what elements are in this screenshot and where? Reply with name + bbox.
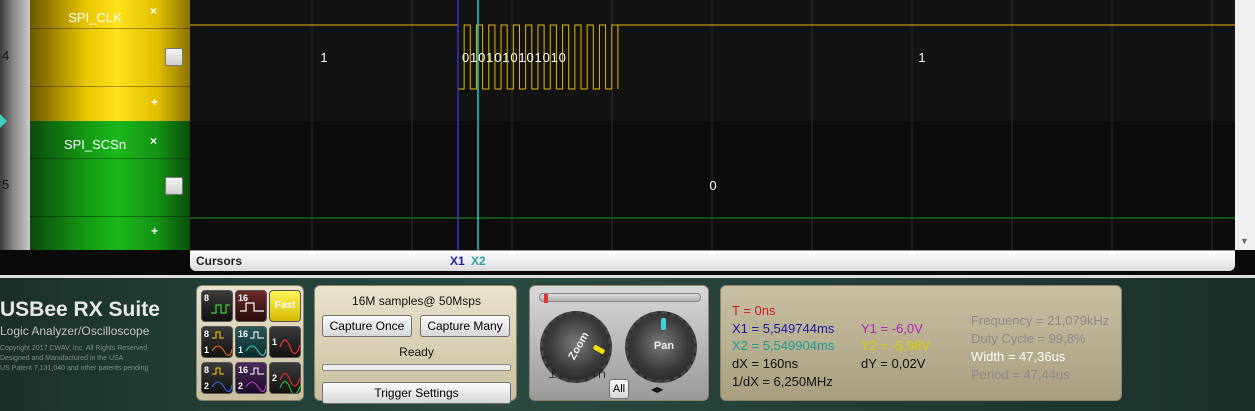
mode-16-2-button[interactable]: 16 2 <box>235 362 267 394</box>
cursors-label: Cursors <box>196 254 243 268</box>
clk-bit-label: 1 <box>535 50 542 65</box>
channel-panel-spi-clk[interactable]: SPI_CLK × + <box>30 0 190 121</box>
clk-bit-label: 0 <box>559 50 566 65</box>
pan-indicator-icon <box>661 318 666 330</box>
mode-1-scope-button[interactable]: 1 <box>269 326 301 358</box>
readout-y2: Y2 = -5,98V <box>861 338 931 353</box>
zoom-indicator-icon <box>592 344 606 355</box>
divider <box>30 86 190 87</box>
close-icon[interactable]: × <box>150 4 157 18</box>
readout-frequency: Frequency = 21,079kHz <box>971 313 1110 328</box>
readout-period: Period = 47,44us <box>971 367 1070 382</box>
clk-bit-label: 1 <box>518 50 525 65</box>
measurement-readout: T = 0ns X1 = 5,549744ms X2 = 5,549904ms … <box>720 285 1122 401</box>
brand: USBee RX Suite Logic Analyzer/Oscillosco… <box>0 298 190 374</box>
channel-panel-spi-scsn[interactable]: SPI_SCSn × + <box>30 121 190 250</box>
mode-16-channel-button[interactable]: 16 <box>235 290 267 322</box>
readout-dx: dX = 160ns <box>732 356 799 371</box>
add-icon[interactable]: + <box>151 95 158 109</box>
readout-inv-dx: 1/dX = 6,250MHz <box>732 374 833 389</box>
clk-bit-label: 1 <box>502 50 509 65</box>
mode-selector: 8 16 Fast 8 1 16 1 1 8 2 16 2 2 <box>196 285 304 401</box>
waveform-svg: 0101010101010 1 1 0 <box>190 0 1235 250</box>
position-slider[interactable] <box>539 293 701 302</box>
mode-8-channel-button[interactable]: 8 <box>201 290 233 322</box>
zoom-max-icon: ⊓ <box>598 370 606 381</box>
mode-16-1-button[interactable]: 16 1 <box>235 326 267 358</box>
mode-fast-button[interactable]: Fast <box>269 290 301 322</box>
readout-time: T = 0ns <box>732 303 776 318</box>
clk-bit-label: 0 <box>543 50 550 65</box>
divider <box>30 158 190 159</box>
readout-duty-cycle: Duty Cycle = 99,8% <box>971 331 1086 346</box>
capture-progress-bar <box>322 364 511 371</box>
channel-name[interactable]: SPI_SCSn <box>30 137 160 152</box>
channel-number: 4 <box>2 48 10 63</box>
zoom-min-icon: ⊥ <box>548 370 557 381</box>
copyright: Copyright 2017 CWAV, Inc. All Rights Res… <box>0 345 149 372</box>
mode-2-scope-button[interactable]: 2 <box>269 362 301 394</box>
divider <box>30 216 190 217</box>
trigger-settings-button[interactable]: Trigger Settings <box>322 382 511 404</box>
clk-state-right: 1 <box>918 50 925 65</box>
channel-name[interactable]: SPI_CLK <box>30 10 160 25</box>
capture-status: Ready <box>399 345 434 359</box>
clk-bit-label: 0 <box>526 50 533 65</box>
zoom-all-button[interactable]: All <box>609 379 629 399</box>
pan-arrows-icon: ◀▶ <box>651 385 664 394</box>
capture-once-button[interactable]: Capture Once <box>322 315 412 337</box>
readout-dy: dY = 0,02V <box>861 356 926 371</box>
scroll-down-icon[interactable]: ▼ <box>1240 236 1249 246</box>
clk-state-left: 1 <box>320 50 327 65</box>
position-slider-thumb[interactable] <box>544 294 548 303</box>
app-subtitle: Logic Analyzer/Oscilloscope <box>0 324 150 338</box>
readout-x1: X1 = 5,549744ms <box>732 321 835 336</box>
waveform-canvas[interactable]: 0101010101010 1 1 0 <box>190 0 1235 250</box>
clk-bit-label: 0 <box>494 50 501 65</box>
readout-width: Width = 47,36us <box>971 349 1066 364</box>
add-icon[interactable]: + <box>151 224 158 238</box>
control-panel: USBee RX Suite Logic Analyzer/Oscillosco… <box>0 275 1255 411</box>
pan-knob[interactable]: Pan <box>625 311 697 383</box>
readout-y1: Y1 = -6,0V <box>861 321 923 336</box>
capture-many-button[interactable]: Capture Many <box>420 315 510 337</box>
mode-8-2-button[interactable]: 8 2 <box>201 362 233 394</box>
channel-checkbox[interactable] <box>165 177 183 195</box>
scs-state: 0 <box>709 178 716 193</box>
channel-marker-icon[interactable] <box>0 114 7 128</box>
clk-bit-label: 1 <box>470 50 477 65</box>
clk-bit-label: 0 <box>462 50 469 65</box>
mode-8-1-button[interactable]: 8 1 <box>201 326 233 358</box>
close-icon[interactable]: × <box>150 134 157 148</box>
readout-x2: X2 = 5,549904ms <box>732 338 835 353</box>
app-title: USBee RX Suite <box>0 298 160 321</box>
clk-bit-label: 0 <box>478 50 485 65</box>
pan-label: Pan <box>653 340 675 352</box>
clk-bit-label: 1 <box>551 50 558 65</box>
channel-checkbox[interactable] <box>165 48 183 66</box>
zoom-pan-panel: Zoom ⊥ ⊓ Pan ◀▶ All <box>529 285 709 401</box>
waveform-view: 4 5 SPI_CLK × + SPI_SCSn × + 01010101010… <box>0 0 1255 275</box>
sample-rate-label: 16M samples@ 50Msps <box>352 294 481 308</box>
clk-bit-label: 0 <box>510 50 517 65</box>
cursor-x1-handle[interactable]: X1 <box>450 254 465 268</box>
vertical-scrollbar[interactable]: ▼ <box>1235 0 1255 250</box>
cursor-x2-handle[interactable]: X2 <box>471 254 486 268</box>
clk-bit-label: 1 <box>486 50 493 65</box>
cursors-bar: Cursors X1 X2 <box>190 250 1235 271</box>
divider <box>30 28 190 29</box>
capture-panel: 16M samples@ 50Msps Capture Once Capture… <box>314 285 517 404</box>
channel-number: 5 <box>2 177 10 192</box>
